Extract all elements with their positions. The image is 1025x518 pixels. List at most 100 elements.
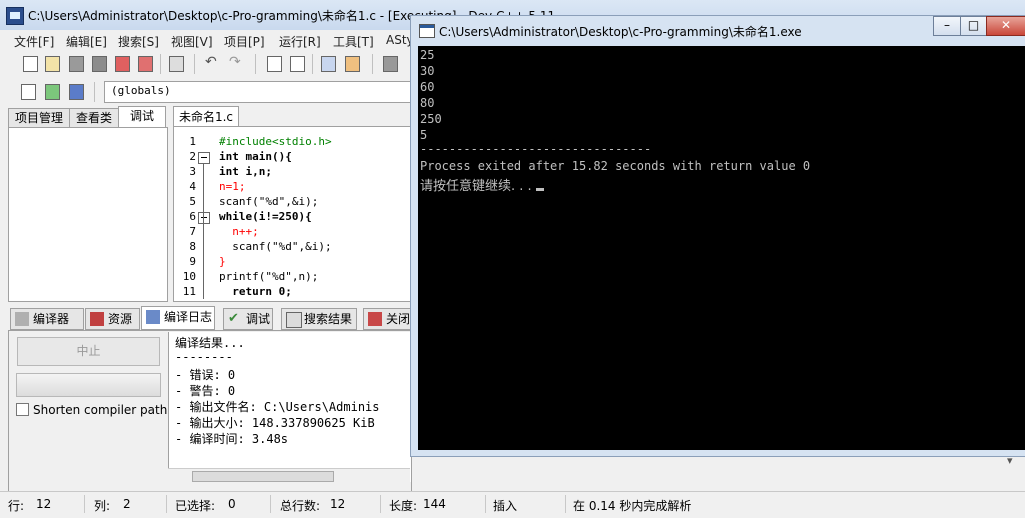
menu-tools[interactable]: 工具[T] [333, 33, 374, 50]
shorten-paths-label: Shorten compiler paths [33, 403, 174, 417]
status-length-label: 长度: [389, 499, 418, 513]
tab-compiler[interactable]: 编译器 [10, 308, 84, 330]
scope-combo[interactable]: (globals) [104, 81, 416, 103]
tab-debug[interactable]: 调试 [118, 106, 166, 128]
console-minimize-button[interactable]: – [933, 16, 961, 36]
insert-button[interactable] [18, 81, 38, 101]
console-maximize-button[interactable]: □ [960, 16, 987, 36]
status-selected-value: 0 [228, 497, 236, 511]
status-parse-info: 在 0.14 秒内完成解析 [573, 499, 692, 513]
replace-button[interactable] [287, 53, 307, 73]
tab-class-view[interactable]: 查看类 [69, 108, 119, 128]
status-separator [565, 495, 566, 513]
menu-run[interactable]: 运行[R] [279, 33, 321, 50]
console-close-button[interactable]: ✕ [986, 16, 1025, 36]
scrollbar-thumb[interactable] [192, 471, 334, 482]
log-line: - 输出大小: 148.337890625 KiB [175, 416, 375, 430]
scope-combo-value: (globals) [111, 84, 171, 97]
status-bar: 行: 12 列: 2 已选择: 0 总行数: 12 长度: 144 插入 在 0… [0, 491, 1025, 518]
log-line: -------- [175, 350, 233, 364]
console-divider: -------------------------------- [420, 142, 652, 156]
replace-icon [290, 56, 305, 72]
toolbar-separator [160, 54, 161, 74]
menu-bar: 文件[F] 编辑[E] 搜索[S] 视图[V] 项目[P] 运行[R] 工具[T… [0, 30, 414, 50]
console-window[interactable]: C:\Users\Administrator\Desktop\c-Pro-gra… [410, 15, 1025, 457]
menu-edit[interactable]: 编辑[E] [66, 33, 107, 50]
fold-toggle-main[interactable] [198, 152, 210, 164]
console-line: 30 [420, 64, 435, 78]
toolbar-separator [372, 54, 373, 74]
tab-compile-log[interactable]: 编译日志 [141, 306, 215, 330]
tab-close[interactable]: 关闭 [363, 308, 411, 330]
menu-view[interactable]: 视图[V] [171, 33, 213, 50]
print-icon [169, 56, 184, 72]
tab-debug-label: 调试 [246, 312, 271, 326]
status-separator [270, 495, 271, 513]
console-window-title: C:\Users\Administrator\Desktop\c-Pro-gra… [439, 25, 802, 39]
fold-toggle-while[interactable] [198, 212, 210, 224]
tab-resources[interactable]: 资源 [85, 308, 140, 330]
new-file-button[interactable] [20, 53, 40, 73]
print-button[interactable] [166, 53, 186, 73]
editor-tab[interactable]: 未命名1.c [173, 106, 239, 127]
menu-file[interactable]: 文件[F] [14, 33, 54, 50]
save-all-button[interactable] [89, 53, 109, 73]
compile-button[interactable] [380, 53, 400, 73]
goto-line-button[interactable] [318, 53, 338, 73]
code-editor[interactable]: 1 2 3 4 5 6 7 8 9 10 11 #include<stdio.h… [173, 126, 412, 302]
menu-project[interactable]: 项目[P] [224, 33, 265, 50]
tab-compile-log-label: 编译日志 [164, 310, 213, 324]
status-col-label: 列: [94, 499, 111, 513]
status-separator [485, 495, 486, 513]
toggle-button[interactable] [42, 81, 62, 101]
compile-log-output[interactable]: 编译结果... -------- - 错误: 0 - 警告: 0 - 输出文件名… [168, 332, 411, 482]
compiler-icon [15, 312, 29, 326]
status-row-label: 行: [8, 499, 25, 513]
shorten-paths-checkbox[interactable]: Shorten compiler paths [16, 403, 174, 417]
code-line: n++; [219, 225, 259, 238]
toolbar-separator [94, 82, 95, 102]
tab-search-results[interactable]: 搜索结果 [281, 308, 357, 330]
checkbox-box[interactable] [16, 403, 29, 416]
tab-close-label: 关闭 [386, 312, 411, 326]
tab-debug-output[interactable]: ✔ 调试 [223, 308, 273, 330]
console-prompt-text: 请按任意键继续. . . [420, 179, 536, 194]
save-all-icon [92, 56, 107, 72]
close-all-button[interactable] [135, 53, 155, 73]
line-number: 1 [189, 135, 196, 148]
code-line: return 0; [219, 285, 292, 298]
bookmark-button[interactable] [342, 53, 362, 73]
minimize-icon: – [944, 18, 950, 32]
code-line: while(i!=250){ [219, 210, 312, 223]
code-line: } [219, 255, 226, 268]
status-row-value: 12 [36, 497, 52, 511]
main-toolbar: ↶ ↷ [0, 50, 410, 78]
redo-button[interactable]: ↷ [228, 53, 248, 73]
undo-icon: ↶ [205, 54, 217, 70]
line-number: 3 [189, 165, 196, 178]
close-file-button[interactable] [112, 53, 132, 73]
console-output[interactable]: 25 30 60 80 250 5 ----------------------… [418, 46, 1025, 450]
console-title-bar[interactable]: C:\Users\Administrator\Desktop\c-Pro-gra… [411, 16, 1025, 46]
status-insert-mode: 插入 [493, 499, 518, 513]
class-browser-button[interactable] [66, 81, 86, 101]
toggle-icon [45, 84, 60, 100]
menu-search[interactable]: 搜索[S] [118, 33, 159, 50]
checkmark-icon: ✔ [228, 311, 239, 326]
log-line: - 错误: 0 [175, 368, 236, 382]
find-button[interactable] [264, 53, 284, 73]
insert-icon [21, 84, 36, 100]
tab-resources-label: 资源 [108, 312, 133, 326]
status-total-value: 12 [330, 497, 346, 511]
line-number: 9 [189, 255, 196, 268]
undo-button[interactable]: ↶ [204, 53, 224, 73]
left-panel [8, 127, 168, 302]
tab-project-manager[interactable]: 项目管理 [8, 108, 70, 128]
log-horizontal-scrollbar[interactable] [168, 468, 410, 483]
stop-button[interactable]: 中止 [17, 337, 160, 366]
save-button[interactable] [66, 53, 86, 73]
text-cursor [535, 188, 544, 191]
open-file-button[interactable] [42, 53, 62, 73]
code-line: #include<stdio.h> [219, 135, 332, 148]
console-line: 25 [420, 48, 435, 62]
